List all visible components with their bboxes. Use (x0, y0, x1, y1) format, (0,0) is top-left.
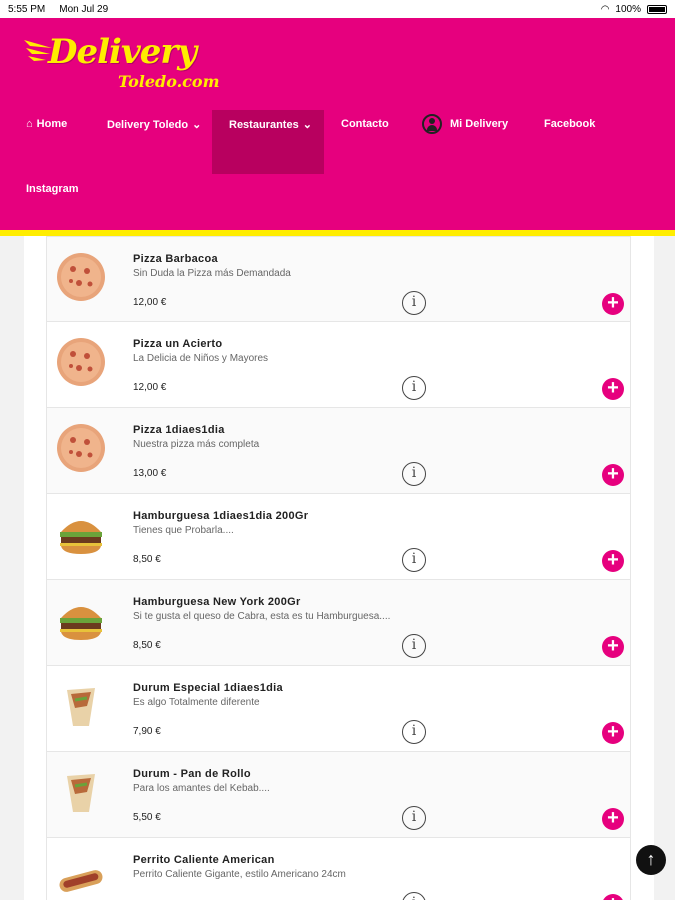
menu-item-row[interactable]: Pizza Barbacoa Sin Duda la Pizza más Dema… (46, 236, 631, 322)
menu-item-name: Pizza 1diaes1dia (133, 424, 225, 436)
durum-icon (55, 680, 107, 732)
menu-item-row[interactable]: Pizza un Acierto La Delicia de Niños y Ma… (46, 322, 631, 408)
nav-home[interactable]: ⌂ Home (26, 118, 67, 130)
info-icon[interactable]: i (402, 376, 426, 400)
menu-item-name: Pizza un Acierto (133, 338, 223, 350)
nav-facebook-label: Facebook (544, 118, 596, 130)
nav-mi-delivery[interactable]: Mi Delivery (422, 114, 508, 134)
add-to-cart-button[interactable]: + (602, 894, 624, 900)
user-icon (422, 114, 442, 134)
nav-instagram-label: Instagram (26, 183, 79, 195)
hotdog-icon (55, 852, 107, 900)
menu-item-name: Perrito Caliente American (133, 854, 275, 866)
logo-sub-text: Toledo.com (118, 72, 220, 91)
info-icon[interactable]: i (402, 720, 426, 744)
info-icon[interactable]: i (402, 462, 426, 486)
add-to-cart-button[interactable]: + (602, 293, 624, 315)
add-to-cart-button[interactable]: + (602, 378, 624, 400)
site-header: Delivery Toledo.com ⌂ Home Delivery Tole… (0, 18, 675, 230)
durum-icon (55, 766, 107, 818)
menu-item-row[interactable]: Perrito Caliente American Perrito Calient… (46, 838, 631, 900)
pizza-icon (55, 251, 107, 303)
menu-item-price: 12,00 € (133, 382, 167, 393)
status-time: 5:55 PM (8, 3, 46, 15)
menu-item-price: 12,00 € (133, 297, 167, 308)
pizza-icon (55, 422, 107, 474)
nav-facebook[interactable]: Facebook (544, 118, 595, 130)
chevron-down-icon: ⌄ (192, 119, 202, 131)
info-icon[interactable]: i (402, 548, 426, 572)
status-bar: 5:55 PM Mon Jul 29 ◠ 100% (0, 0, 675, 18)
site-logo[interactable]: Delivery Toledo.com (22, 28, 220, 98)
info-icon[interactable]: i (402, 892, 426, 900)
nav-mi-delivery-label: Mi Delivery (450, 118, 509, 130)
menu-item-description: Nuestra pizza más completa (133, 439, 260, 450)
add-to-cart-button[interactable]: + (602, 636, 624, 658)
scroll-to-top-button[interactable]: ↑ (636, 845, 666, 875)
menu-item-name: Durum - Pan de Rollo (133, 768, 251, 780)
home-icon: ⌂ (26, 118, 33, 130)
nav-instagram[interactable]: Instagram (26, 183, 79, 195)
menu-item-description: Perrito Caliente Gigante, estilo America… (133, 869, 346, 880)
menu-item-price: 8,50 € (133, 640, 161, 651)
info-icon[interactable]: i (402, 291, 426, 315)
info-icon[interactable]: i (402, 806, 426, 830)
menu-item-name: Pizza Barbacoa (133, 253, 218, 265)
menu-item-description: La Delicia de Niños y Mayores (133, 353, 269, 364)
add-to-cart-button[interactable]: + (602, 550, 624, 572)
menu-item-description: Si te gusta el queso de Cabra, esta es t… (133, 611, 391, 622)
menu-item-price: 8,50 € (133, 554, 161, 565)
burger-icon (55, 508, 107, 560)
menu-item-description: Para los amantes del Kebab.... (133, 783, 270, 794)
menu-item-price: 13,00 € (133, 468, 167, 479)
burger-icon (55, 594, 107, 646)
menu-item-row[interactable]: Durum Especial 1diaes1dia Es algo Totalme… (46, 666, 631, 752)
menu-item-row[interactable]: Hamburguesa New York 200Gr Si te gusta el… (46, 580, 631, 666)
menu-item-description: Tienes que Probarla.... (133, 525, 234, 536)
menu-item-row[interactable]: Hamburguesa 1diaes1dia 200Gr Tienes que P… (46, 494, 631, 580)
chevron-down-icon: ⌄ (302, 119, 312, 131)
nav-restaurantes-label: Restaurantes (229, 118, 299, 131)
menu-list: Pizza Barbacoa Sin Duda la Pizza más Dema… (46, 236, 631, 900)
nav-home-label: Home (36, 118, 68, 130)
nav-delivery-toledo-label: Delivery Toledo (107, 118, 189, 131)
menu-item-description: Sin Duda la Pizza más Demandada (133, 268, 291, 279)
add-to-cart-button[interactable]: + (602, 808, 624, 830)
battery-percent: 100% (615, 3, 641, 15)
add-to-cart-button[interactable]: + (602, 722, 624, 744)
info-icon[interactable]: i (402, 634, 426, 658)
battery-icon (647, 4, 667, 14)
nav-contacto-label: Contacto (341, 118, 389, 130)
pizza-icon (55, 336, 107, 388)
menu-item-name: Durum Especial 1diaes1dia (133, 682, 283, 694)
wifi-icon: ◠ (600, 3, 610, 15)
menu-item-price: 7,90 € (133, 726, 161, 737)
nav-restaurantes[interactable]: Restaurantes ⌄ (229, 118, 312, 132)
add-to-cart-button[interactable]: + (602, 464, 624, 486)
nav-contacto[interactable]: Contacto (341, 118, 389, 130)
menu-item-name: Hamburguesa 1diaes1dia 200Gr (133, 510, 309, 522)
menu-item-row[interactable]: Durum - Pan de Rollo Para los amantes del… (46, 752, 631, 838)
logo-main-text: Delivery (48, 32, 197, 72)
status-date: Mon Jul 29 (59, 3, 109, 15)
menu-item-price: 5,50 € (133, 812, 161, 823)
menu-item-row[interactable]: Pizza 1diaes1dia Nuestra pizza más comple… (46, 408, 631, 494)
nav-delivery-toledo[interactable]: Delivery Toledo ⌄ (107, 118, 202, 132)
menu-item-name: Hamburguesa New York 200Gr (133, 596, 301, 608)
menu-item-description: Es algo Totalmente diferente (133, 697, 260, 708)
